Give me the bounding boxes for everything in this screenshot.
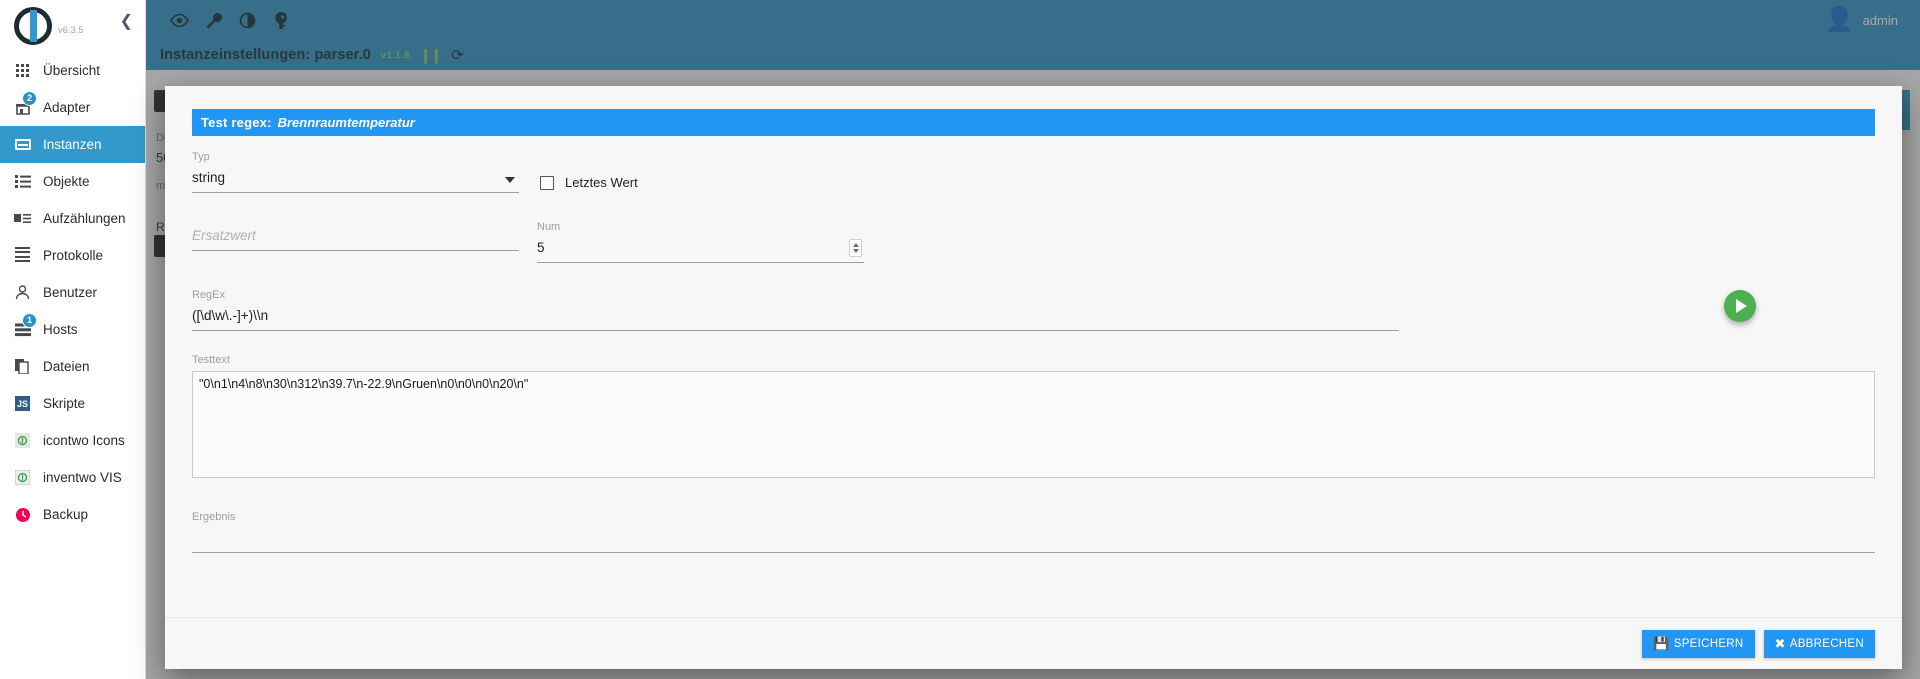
cancel-button[interactable]: ✖ ABBRECHEN	[1763, 629, 1875, 658]
sidebar-item-dateien[interactable]: Dateien	[0, 348, 145, 385]
sidebar-item-uebersicht[interactable]: Übersicht	[0, 52, 145, 89]
testtext-input[interactable]	[192, 371, 1875, 478]
regex-input[interactable]	[192, 306, 1399, 331]
adapter-badge: 2	[22, 91, 37, 106]
typ-field: Typ	[192, 151, 519, 193]
num-label: Num	[537, 221, 561, 233]
sidebar-version: v6.3.5	[58, 25, 84, 35]
sidebar-item-instanzen[interactable]: Instanzen	[0, 126, 145, 163]
num-field: Num	[537, 221, 864, 263]
regex-field: RegEx	[192, 289, 1399, 331]
sidebar: v6.3.5 ❮ Übersicht 2 Adapter Instanzen O…	[0, 0, 146, 679]
icontwo-icon	[14, 432, 31, 449]
main-area: 👤 admin Instanzeinstellungen: parser.0 v…	[146, 0, 1920, 679]
run-regex-button[interactable]	[1724, 290, 1756, 322]
js-icon: JS	[14, 395, 31, 412]
dialog-footer: 💾 SPEICHERN ✖ ABBRECHEN	[165, 617, 1902, 669]
sidebar-item-label: Übersicht	[43, 63, 101, 78]
letztes-wert-label: Letztes Wert	[565, 175, 638, 190]
row-typ: Typ Letztes Wert	[192, 151, 1875, 193]
svg-text:JS: JS	[17, 399, 28, 409]
chevron-down-icon[interactable]	[505, 177, 515, 183]
dialog-header-label: Test regex:	[201, 115, 272, 130]
sidebar-item-backup[interactable]: Backup	[0, 496, 145, 533]
sidebar-item-aufzaehlungen[interactable]: Aufzählungen	[0, 200, 145, 237]
sidebar-item-label: Hosts	[43, 322, 78, 337]
sidebar-item-inventwo-vis[interactable]: inventwo VIS	[0, 459, 145, 496]
sidebar-item-protokolle[interactable]: Protokolle	[0, 237, 145, 274]
sidebar-item-icontwo-icons[interactable]: icontwo Icons	[0, 422, 145, 459]
typ-label: Typ	[192, 151, 210, 163]
sidebar-item-benutzer[interactable]: Benutzer	[0, 274, 145, 311]
sidebar-item-label: inventwo VIS	[43, 470, 122, 485]
regex-label: RegEx	[192, 289, 226, 301]
sidebar-item-label: Dateien	[43, 359, 90, 374]
app-root: v6.3.5 ❮ Übersicht 2 Adapter Instanzen O…	[0, 0, 1920, 679]
test-regex-dialog: Test regex: Brennraumtemperatur Typ Letz…	[165, 86, 1902, 669]
save-button[interactable]: 💾 SPEICHERN	[1642, 629, 1755, 658]
letztes-wert-checkbox-group[interactable]: Letztes Wert	[540, 175, 638, 190]
testtext-label: Testtext	[192, 354, 230, 366]
sidebar-item-label: Adapter	[43, 100, 91, 115]
ergebnis-label: Ergebnis	[192, 511, 236, 523]
sidebar-item-label: Protokolle	[43, 248, 104, 263]
dialog-body: Test regex: Brennraumtemperatur Typ Letz…	[165, 86, 1902, 617]
ergebnis-input	[192, 528, 1875, 553]
grid-icon	[14, 62, 31, 79]
chevron-left-icon[interactable]: ❮	[120, 14, 133, 30]
sidebar-item-adapter[interactable]: 2 Adapter	[0, 89, 145, 126]
sidebar-item-label: Benutzer	[43, 285, 98, 300]
save-button-label: SPEICHERN	[1673, 637, 1744, 650]
cancel-button-label: ABBRECHEN	[1789, 637, 1864, 650]
iobroker-logo-icon	[14, 6, 54, 46]
sidebar-item-label: icontwo Icons	[43, 433, 125, 448]
save-icon: 💾	[1653, 636, 1670, 651]
sidebar-item-label: Backup	[43, 507, 89, 522]
ersatzwert-input[interactable]	[192, 226, 519, 251]
row-regex: RegEx	[192, 289, 1875, 331]
typ-select[interactable]	[192, 168, 519, 193]
row-ersatzwert-num: Num	[192, 221, 1875, 263]
sidebar-item-label: Aufzählungen	[43, 211, 126, 226]
backup-icon	[14, 506, 31, 523]
sidebar-item-objekte[interactable]: Objekte	[0, 163, 145, 200]
close-icon: ✖	[1774, 636, 1786, 651]
num-stepper[interactable]	[849, 239, 862, 257]
log-icon	[14, 246, 31, 264]
sidebar-item-skripte[interactable]: JS Skripte	[0, 385, 145, 422]
inventwo-icon	[14, 469, 31, 486]
play-icon	[1736, 299, 1747, 313]
letztes-wert-checkbox[interactable]	[540, 175, 554, 190]
ergebnis-field: Ergebnis	[192, 511, 1875, 553]
instances-icon	[14, 136, 31, 153]
enum-icon	[14, 210, 31, 227]
brand-row: v6.3.5 ❮	[0, 0, 145, 52]
ersatzwert-field	[192, 221, 519, 263]
num-input[interactable]	[537, 238, 864, 263]
dialog-header: Test regex: Brennraumtemperatur	[192, 109, 1875, 136]
user-icon	[14, 284, 31, 301]
dialog-header-value: Brennraumtemperatur	[277, 115, 415, 130]
sidebar-item-label: Skripte	[43, 396, 86, 411]
sidebar-item-hosts[interactable]: 1 Hosts	[0, 311, 145, 348]
testtext-field: Testtext	[192, 354, 1875, 483]
hosts-badge: 1	[22, 313, 37, 328]
list-icon	[14, 173, 31, 190]
sidebar-item-label: Objekte	[43, 174, 90, 189]
files-icon	[14, 358, 31, 375]
sidebar-item-label: Instanzen	[43, 137, 102, 152]
